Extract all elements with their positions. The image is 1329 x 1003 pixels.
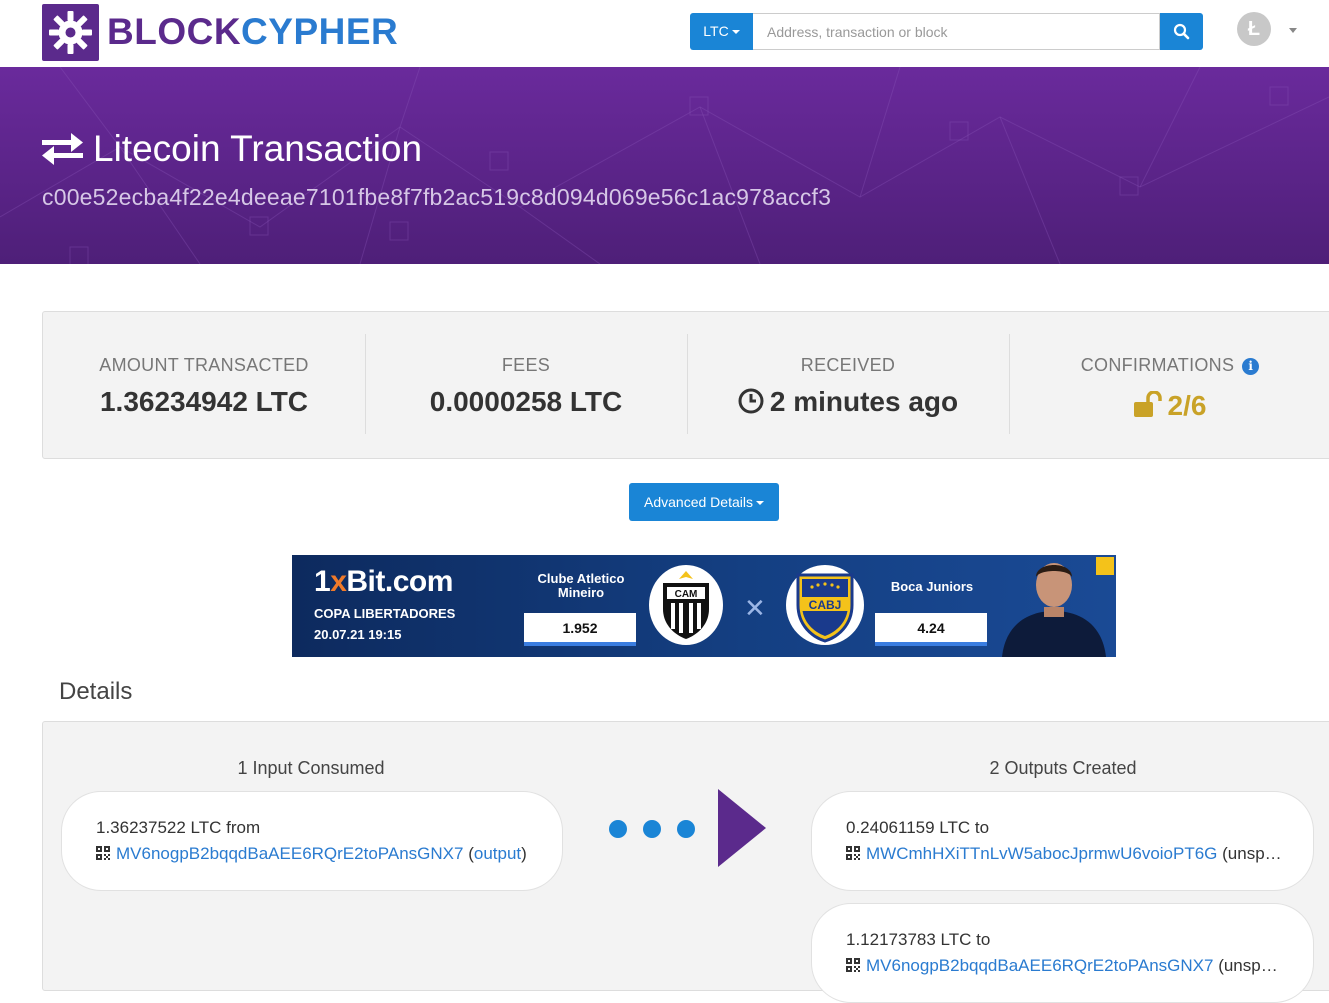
output-amount-row: 1.12173783 LTC to xyxy=(846,930,990,950)
amount-transacted-label: AMOUNT TRANSACTED xyxy=(99,355,309,375)
ad-datetime: 20.07.21 19:15 xyxy=(314,627,402,642)
ad-league: COPA LIBERTADORES xyxy=(314,606,456,621)
flow-dot xyxy=(677,820,695,838)
litecoin-glyph: Ł xyxy=(1247,18,1261,40)
coin-selector-label: LTC xyxy=(703,23,729,39)
brand-word-block: BLOCK xyxy=(107,11,242,52)
advanced-details-button[interactable]: Advanced Details xyxy=(629,483,779,521)
received-label: RECEIVED xyxy=(800,355,896,375)
advertisement-banner[interactable]: 1xBit.com COPA LIBERTADORES 20.07.21 19:… xyxy=(292,555,1116,657)
boca-juniors-crest-icon: CABJ xyxy=(786,565,864,645)
output-direction: to xyxy=(974,818,990,837)
flow-arrow-icon xyxy=(718,789,766,867)
fees-value: 0.0000258 LTC xyxy=(429,386,623,417)
top-navbar: BLOCKCYPHER LTC Ł xyxy=(0,0,1329,68)
output-card: 0.24061159 LTC to MWCmhHXiTTnLvW5abocJpr… xyxy=(811,791,1314,891)
clock-icon xyxy=(738,388,764,414)
search-icon xyxy=(1173,23,1190,40)
chevron-down-icon xyxy=(731,30,740,34)
atletico-mineiro-crest-icon: CAM xyxy=(649,565,723,645)
output-card: 1.12173783 LTC to MV6nogpB2bqqdBaAEE6RQr… xyxy=(811,903,1314,1003)
ad-team1-name: Clube Atletico Mineiro xyxy=(537,571,625,600)
confirmations-label: CONFIRMATIONS xyxy=(1080,355,1235,375)
advanced-details-label: Advanced Details xyxy=(644,494,753,510)
input-amount-row: 1.36237522 LTC from xyxy=(96,818,260,838)
brand-wordmark[interactable]: BLOCKCYPHER xyxy=(107,10,398,54)
litecoin-icon[interactable]: Ł xyxy=(1237,12,1271,46)
input-amount: 1.36237522 LTC xyxy=(96,818,222,837)
ad-brand-logo: 1xBit.com xyxy=(314,565,453,599)
crest1-text: CAM xyxy=(675,589,698,600)
ad-brand-name: Bit.com xyxy=(346,565,453,598)
output-amount-row: 0.24061159 LTC to xyxy=(846,818,989,838)
chevron-down-icon[interactable] xyxy=(1289,28,1297,33)
input-card: 1.36237522 LTC from MV6nogpB2bqqdBaAEE6R… xyxy=(61,791,563,891)
confirmations-value-row: 2/6 xyxy=(1009,390,1329,422)
details-heading: Details xyxy=(59,678,133,705)
received-value-row: 2 minutes ago xyxy=(687,386,1009,418)
flow-dot xyxy=(643,820,661,838)
ad-team2-odds[interactable]: 4.24 xyxy=(875,613,987,646)
fees-stat: FEES 0.0000258 LTC xyxy=(365,312,687,460)
ad-brand-x: x xyxy=(330,565,347,598)
ad-team2-name: Boca Juniors xyxy=(890,579,974,594)
confirmations-stat: CONFIRMATIONS i 2/6 xyxy=(1009,312,1329,460)
input-output-link[interactable]: output xyxy=(474,844,521,863)
outputs-header: 2 Outputs Created xyxy=(989,758,1137,778)
qr-icon[interactable] xyxy=(846,958,860,972)
input-direction: from xyxy=(226,818,261,837)
brand-word-cypher: CYPHER xyxy=(241,11,399,52)
received-value: 2 minutes ago xyxy=(769,386,959,417)
ad-choices-icon[interactable] xyxy=(1096,557,1114,575)
output-address-link[interactable]: MV6nogpB2bqqdBaAEE6RQrE2toPAnsGNX7 xyxy=(866,956,1213,975)
output-amount: 0.24061159 LTC xyxy=(846,818,971,837)
versus-icon: ✕ xyxy=(744,593,766,623)
coin-selector-dropdown[interactable]: LTC xyxy=(690,13,753,50)
search-button[interactable] xyxy=(1160,13,1203,50)
flow-dot xyxy=(609,820,627,838)
unlock-icon xyxy=(1133,390,1162,417)
blockcypher-logo-icon[interactable] xyxy=(42,4,99,61)
search-input[interactable] xyxy=(753,13,1160,50)
ad-brand-digit: 1 xyxy=(314,565,331,598)
input-address-link[interactable]: MV6nogpB2bqqdBaAEE6RQrE2toPAnsGNX7 xyxy=(116,844,463,863)
transaction-hero: Litecoin Transaction c00e52ecba4f22e4dee… xyxy=(0,67,1329,264)
confirmations-value: 2/6 xyxy=(1167,390,1207,421)
output-status: (unspent) xyxy=(1218,956,1286,975)
hero-title-row: Litecoin Transaction xyxy=(42,127,422,171)
confirmations-label-row: CONFIRMATIONS i xyxy=(1009,355,1329,376)
input-address-row: MV6nogpB2bqqdBaAEE6RQrE2toPAnsGNX7 (outp… xyxy=(96,844,536,864)
ad-team1-odds[interactable]: 1.952 xyxy=(524,613,636,646)
transaction-details-panel: 1 Input Consumed 2 Outputs Created 1.362… xyxy=(42,721,1329,1003)
inputs-header: 1 Input Consumed xyxy=(237,758,385,778)
output-direction: to xyxy=(976,930,991,949)
chevron-down-icon xyxy=(755,501,764,505)
output-address-link[interactable]: MWCmhHXiTTnLvW5abocJprmwU6voioPT6G xyxy=(866,844,1217,863)
output-address-row: MWCmhHXiTTnLvW5abocJprmwU6voioPT6G (unsp… xyxy=(846,844,1286,864)
fees-label: FEES xyxy=(501,355,551,375)
transaction-summary-panel: AMOUNT TRANSACTED 1.36234942 LTC FEES 0.… xyxy=(42,311,1329,459)
amount-transacted-value: 1.36234942 LTC xyxy=(99,386,309,417)
qr-icon[interactable] xyxy=(96,846,110,860)
received-stat: RECEIVED 2 minutes ago xyxy=(687,312,1009,460)
transfer-arrows-icon xyxy=(42,133,83,165)
info-icon[interactable]: i xyxy=(1242,358,1260,375)
output-amount: 1.12173783 LTC xyxy=(846,930,972,949)
page-title: Litecoin Transaction xyxy=(93,128,423,169)
output-status: (unsp… xyxy=(1222,844,1282,863)
transaction-hash: c00e52ecba4f22e4deeae7101fbe8f7fb2ac519c… xyxy=(42,184,832,210)
output-address-row: MV6nogpB2bqqdBaAEE6RQrE2toPAnsGNX7 (unsp… xyxy=(846,956,1286,976)
crest2-text: CABJ xyxy=(809,598,842,612)
amount-transacted-stat: AMOUNT TRANSACTED 1.36234942 LTC xyxy=(43,312,365,460)
qr-icon[interactable] xyxy=(846,846,860,860)
